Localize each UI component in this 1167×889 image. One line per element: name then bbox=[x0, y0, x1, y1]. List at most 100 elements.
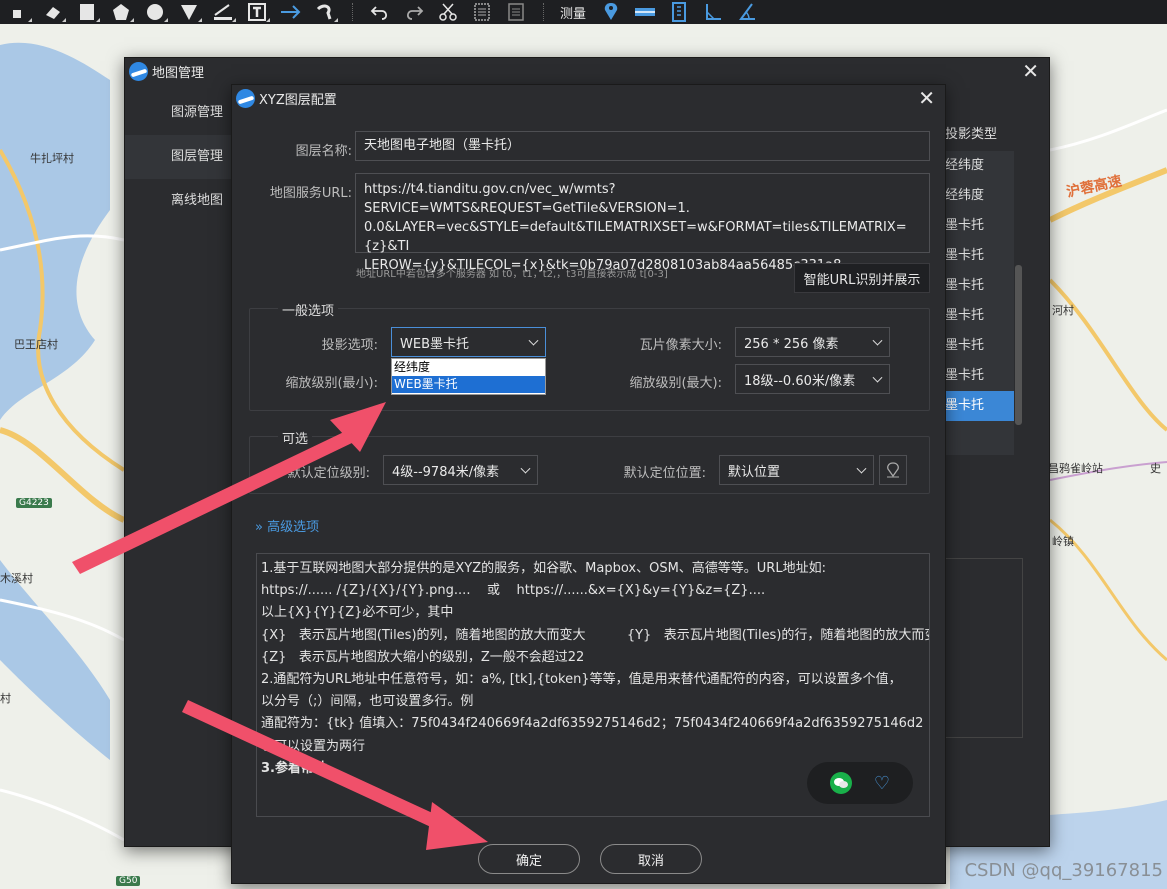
funnel-marker-icon bbox=[181, 5, 197, 20]
help-text-box: 1.基于互联网地图大部分提供的是XYZ的服务，如谷歌、Mapbox、OSM、高德… bbox=[256, 553, 930, 817]
measure-line-tool-button[interactable] bbox=[206, 0, 240, 24]
tile-size-select[interactable]: 256 * 256 像素 bbox=[735, 327, 890, 357]
xyz-dialog-titlebar[interactable]: XYZ图层配置 bbox=[232, 85, 945, 111]
wechat-icon[interactable] bbox=[829, 772, 852, 794]
scrollbar-thumb[interactable] bbox=[1015, 265, 1022, 425]
default-zoom-select[interactable]: 4级--9784米/像素 bbox=[383, 455, 538, 485]
chevron-down-icon bbox=[872, 335, 883, 346]
general-options-group bbox=[249, 308, 930, 411]
tile-size-label: 瓦片像素大小: bbox=[639, 338, 722, 353]
chevron-down-icon bbox=[872, 372, 883, 383]
arrow-right-icon bbox=[281, 5, 301, 19]
curve-tool-button[interactable] bbox=[308, 0, 342, 24]
map-manager-close-icon[interactable]: ✕ bbox=[1022, 59, 1039, 83]
tile-size-select-value: 256 * 256 像素 bbox=[744, 336, 839, 352]
xyz-dialog-close-icon[interactable]: ✕ bbox=[918, 86, 935, 110]
table-cell[interactable]: 经纬度 bbox=[937, 151, 1023, 181]
rectangle-tool-button[interactable] bbox=[70, 0, 104, 24]
table-cell[interactable]: 墨卡托 bbox=[937, 241, 1023, 271]
table-cell[interactable]: 墨卡托 bbox=[937, 211, 1023, 241]
map-label-niuzhaping: 牛扎坪村 bbox=[30, 152, 74, 165]
toolbar-separator bbox=[352, 3, 353, 21]
scissors-icon bbox=[439, 3, 457, 21]
area-ruler-icon bbox=[672, 2, 687, 22]
height-measure-button[interactable] bbox=[696, 0, 730, 24]
pen-icon bbox=[46, 7, 60, 19]
ok-button[interactable]: 确定 bbox=[478, 844, 580, 874]
cancel-button[interactable]: 取消 bbox=[600, 844, 702, 874]
map-label-bawangdian: 巴王店村 bbox=[14, 338, 58, 351]
help-line: 2.通配符为URL地址中任意符号，如：a%, [tk],{token}等等，值是… bbox=[261, 672, 902, 688]
paste-button[interactable] bbox=[499, 0, 533, 24]
zoom-min-label: 缩放级别(最小): bbox=[285, 376, 378, 391]
road-badge-g4223: G4223 bbox=[16, 498, 52, 508]
help-line: 以上{X}{Y}{Z}必不可少，其中 bbox=[261, 605, 454, 621]
help-line: 也可以设置为两行 bbox=[261, 738, 366, 754]
pen-tool-button[interactable] bbox=[36, 0, 70, 24]
table-cell[interactable]: 墨卡托 bbox=[937, 331, 1023, 361]
default-position-select[interactable]: 默认位置 bbox=[719, 455, 874, 485]
angle-measure-button[interactable] bbox=[730, 0, 764, 24]
sidebar-item-source[interactable]: 图源管理 bbox=[125, 91, 231, 135]
map-label-shi: 史 bbox=[1150, 462, 1161, 475]
default-zoom-label: 默认定位级别: bbox=[287, 466, 370, 481]
text-tool-button[interactable] bbox=[240, 0, 274, 24]
table-cell[interactable]: 墨卡托 bbox=[937, 361, 1023, 391]
zoom-max-select-value: 18级--0.60米/像素 bbox=[744, 373, 856, 389]
map-label-muxicun: 木溪村 bbox=[0, 572, 33, 585]
url-textarea[interactable]: https://t4.tianditu.gov.cn/vec_w/wmts?SE… bbox=[355, 173, 930, 273]
url-line: https://t4.tianditu.gov.cn/vec_w/wmts?SE… bbox=[364, 182, 690, 216]
general-options-title: 一般选项 bbox=[278, 300, 339, 319]
layer-detail-panel bbox=[937, 558, 1023, 738]
pentagon-tool-button[interactable] bbox=[104, 0, 138, 24]
map-manager-titlebar[interactable]: 地图管理 bbox=[125, 58, 1049, 84]
dropdown-option-web-mercator[interactable]: WEB墨卡托 bbox=[392, 376, 545, 393]
chevron-down-icon bbox=[520, 463, 531, 474]
point-tool-button[interactable] bbox=[2, 0, 36, 24]
toolbar-separator bbox=[543, 3, 544, 21]
help-line: 通配符为：{tk} 值填入：75f0434f240669f4a2df635927… bbox=[261, 716, 924, 732]
url-label: 地图服务URL: bbox=[269, 186, 352, 201]
copy-button[interactable] bbox=[465, 0, 499, 24]
map-label-lingzhen: 岭镇 bbox=[1052, 535, 1074, 548]
projection-select[interactable]: WEB墨卡托 bbox=[391, 327, 546, 357]
road-badge-g50: G50 bbox=[116, 876, 141, 886]
marker-tool-button[interactable] bbox=[172, 0, 206, 24]
support-heart-icon[interactable]: ♡ bbox=[874, 773, 890, 794]
url-line: 0.0&LAYER=vec&STYLE=default&TILEMATRIXSE… bbox=[364, 220, 907, 254]
dropdown-option-lonlat[interactable]: 经纬度 bbox=[392, 359, 545, 376]
arrow-tool-button[interactable] bbox=[274, 0, 308, 24]
layer-name-label: 图层名称: bbox=[295, 144, 352, 159]
main-toolbar: 测量 bbox=[0, 0, 1167, 24]
table-cell[interactable]: 墨卡托 bbox=[937, 301, 1023, 331]
undo-icon bbox=[370, 6, 388, 20]
table-cell[interactable]: 墨卡托 bbox=[937, 271, 1023, 301]
app-logo-icon bbox=[236, 88, 255, 108]
pick-location-button[interactable] bbox=[879, 455, 907, 485]
zoom-max-select[interactable]: 18级--0.60米/像素 bbox=[735, 364, 890, 394]
column-header-projection[interactable]: 投影类型 bbox=[937, 119, 1023, 151]
sidebar-item-offline[interactable]: 离线地图 bbox=[125, 179, 231, 223]
undo-button[interactable] bbox=[363, 0, 397, 24]
smart-url-button[interactable]: 智能URL识别并展示 bbox=[794, 263, 930, 293]
sidebar-item-layers[interactable]: 图层管理 bbox=[125, 135, 231, 179]
corner-angle-icon bbox=[706, 4, 722, 20]
redo-button[interactable] bbox=[397, 0, 431, 24]
layer-table-scrollbar[interactable] bbox=[1014, 119, 1023, 455]
distance-measure-button[interactable] bbox=[628, 0, 662, 24]
layer-name-field[interactable]: 天地图电子地图（墨卡托） bbox=[355, 131, 930, 161]
ruler-icon bbox=[214, 4, 232, 20]
xyz-config-dialog: XYZ图层配置 ✕ 图层名称: 天地图电子地图（墨卡托） 地图服务URL: ht… bbox=[231, 84, 946, 884]
table-cell[interactable]: 经纬度 bbox=[937, 181, 1023, 211]
help-line: 以分号（;）间隔，也可设置多行。例 bbox=[261, 694, 474, 710]
cut-button[interactable] bbox=[431, 0, 465, 24]
table-cell-selected[interactable]: 墨卡托 bbox=[937, 391, 1023, 421]
redo-icon bbox=[406, 6, 424, 20]
advanced-options-link[interactable]: » 高级选项 bbox=[255, 516, 319, 535]
measure-label: 测量 bbox=[560, 6, 587, 22]
optional-group-title: 可选 bbox=[278, 428, 313, 447]
area-measure-button[interactable] bbox=[662, 0, 696, 24]
location-measure-button[interactable] bbox=[594, 0, 628, 24]
circle-tool-button[interactable] bbox=[138, 0, 172, 24]
url-hint-text: 地址URL中若包含多个服务器 如 t0，t1，t2,，t3可直接表示成 t[0-… bbox=[356, 269, 668, 280]
